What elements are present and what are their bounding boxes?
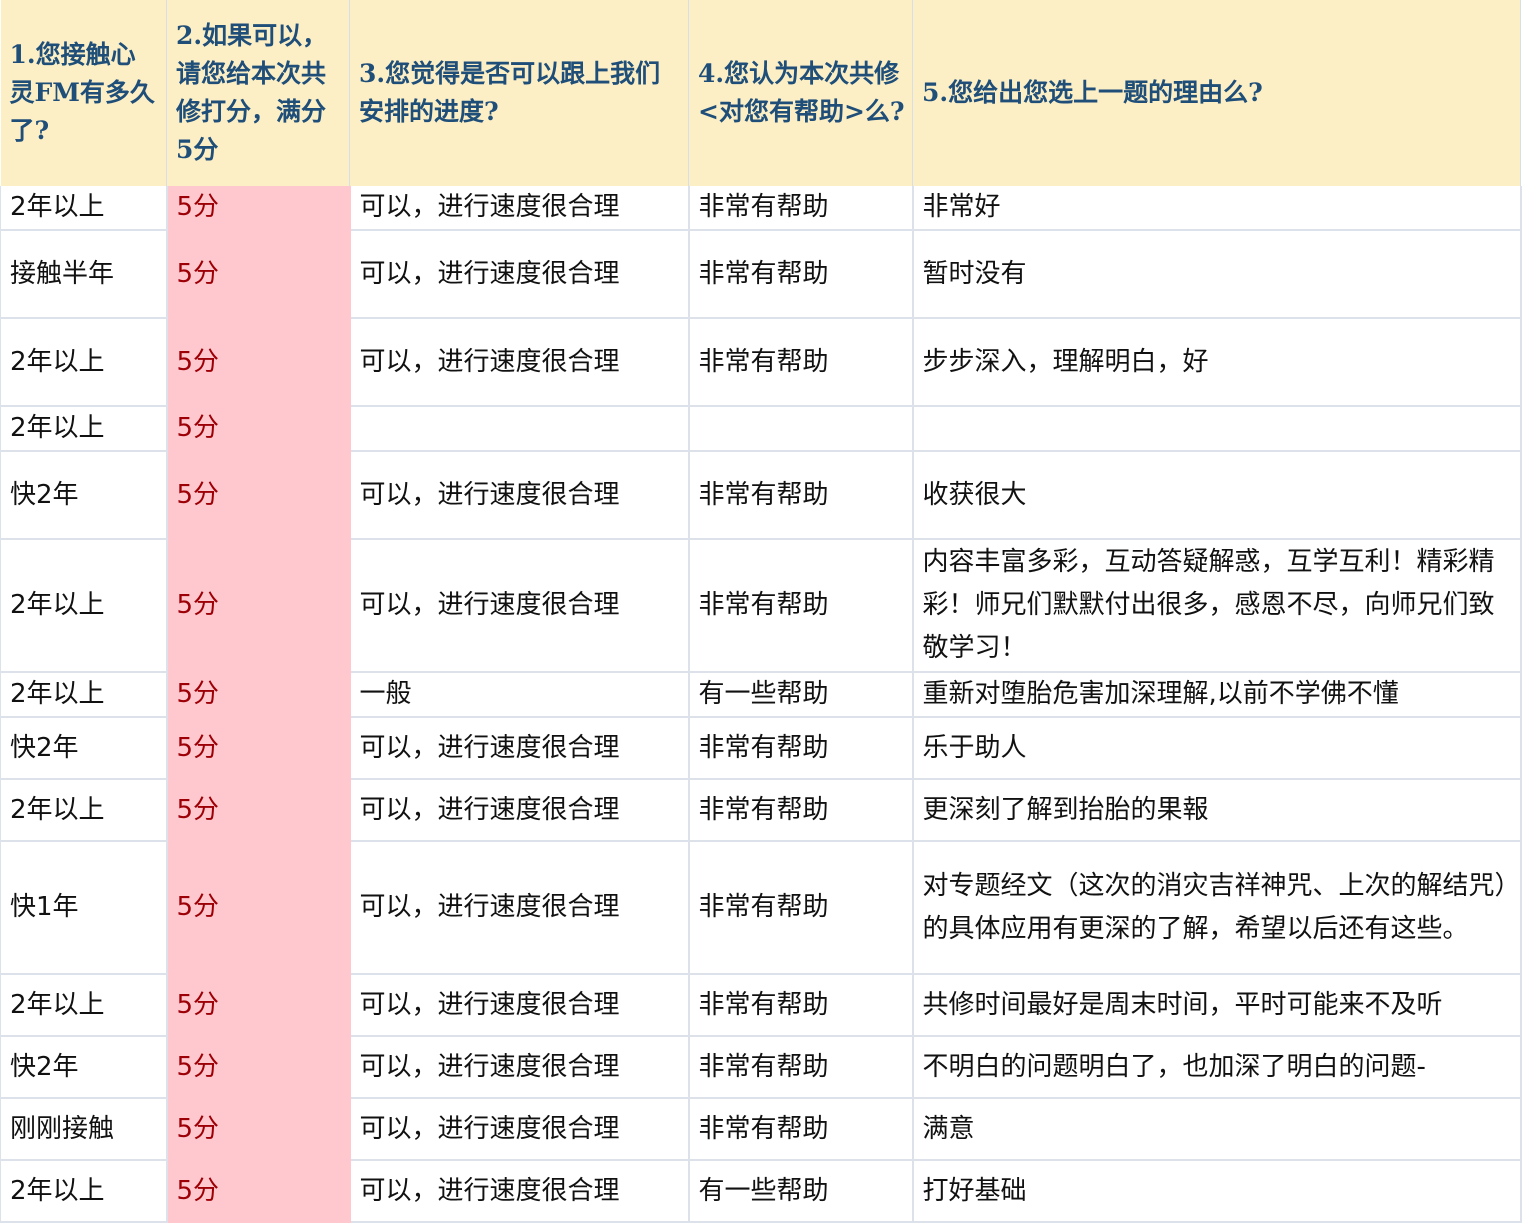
cell-duration[interactable]: 快1年 <box>0 841 168 975</box>
cell-pace[interactable] <box>349 406 690 452</box>
cell-helpful[interactable]: 非常有帮助 <box>688 451 914 540</box>
cell-score[interactable]: 5分 <box>166 230 351 319</box>
cell-helpful[interactable]: 非常有帮助 <box>688 318 914 407</box>
cell-helpful[interactable]: 非常有帮助 <box>688 539 914 673</box>
table-row: 2年以上 5分 可以，进行速度很合理 非常有帮助 步步深入，理解明白，好 <box>0 318 1522 407</box>
header-duration[interactable]: 1.您接触心灵FM有多久了? <box>0 0 167 186</box>
cell-reason[interactable]: 步步深入，理解明白，好 <box>912 318 1522 407</box>
header-helpful[interactable]: 4.您认为本次共修<对您有帮助>么? <box>688 0 913 186</box>
cell-pace[interactable]: 可以，进行速度很合理 <box>349 717 690 780</box>
cell-helpful[interactable]: 有一些帮助 <box>688 672 914 718</box>
cell-score[interactable]: 5分 <box>166 672 351 718</box>
table-row: 2年以上 5分 <box>0 406 1522 452</box>
table-row: 接触半年 5分 可以，进行速度很合理 非常有帮助 暂时没有 <box>0 230 1522 319</box>
cell-duration[interactable]: 快2年 <box>0 717 168 780</box>
cell-pace[interactable]: 可以，进行速度很合理 <box>349 841 690 975</box>
table-row: 快2年 5分 可以，进行速度很合理 非常有帮助 收获很大 <box>0 451 1522 540</box>
cell-reason[interactable]: 共修时间最好是周末时间，平时可能来不及听 <box>912 974 1522 1037</box>
cell-helpful[interactable]: 非常有帮助 <box>688 974 914 1037</box>
cell-reason[interactable]: 更深刻了解到抬胎的果報 <box>912 779 1522 842</box>
cell-reason[interactable] <box>912 406 1522 452</box>
cell-reason[interactable]: 对专题经文（这次的消灾吉祥神咒、上次的解结咒）的具体应用有更深的了解，希望以后还… <box>912 841 1522 975</box>
cell-duration[interactable]: 刚刚接触 <box>0 1098 168 1161</box>
table-row: 2年以上 5分 可以，进行速度很合理 有一些帮助 打好基础 <box>0 1160 1522 1223</box>
survey-table: 1.您接触心灵FM有多久了? 2.如果可以，请您给本次共修打分，满分5分 3.您… <box>0 0 1522 1223</box>
cell-score[interactable]: 5分 <box>166 841 351 975</box>
table-row: 快2年 5分 可以，进行速度很合理 非常有帮助 乐于助人 <box>0 717 1522 780</box>
cell-pace[interactable]: 可以，进行速度很合理 <box>349 779 690 842</box>
cell-reason[interactable]: 收获很大 <box>912 451 1522 540</box>
table-row: 快1年 5分 可以，进行速度很合理 非常有帮助 对专题经文（这次的消灾吉祥神咒、上次的解… <box>0 841 1522 975</box>
cell-pace[interactable]: 可以，进行速度很合理 <box>349 1160 690 1223</box>
cell-pace[interactable]: 可以，进行速度很合理 <box>349 1036 690 1099</box>
table-row: 刚刚接触 5分 可以，进行速度很合理 非常有帮助 满意 <box>0 1098 1522 1161</box>
cell-helpful[interactable]: 非常有帮助 <box>688 717 914 780</box>
cell-duration[interactable]: 快2年 <box>0 1036 168 1099</box>
cell-reason[interactable]: 内容丰富多彩，互动答疑解惑，互学互利！精彩精彩！师兄们默默付出很多，感恩不尽，向… <box>912 539 1522 673</box>
table-row: 2年以上 5分 可以，进行速度很合理 非常有帮助 内容丰富多彩，互动答疑解惑，互学互利！… <box>0 539 1522 673</box>
cell-duration[interactable]: 2年以上 <box>0 672 168 718</box>
cell-duration[interactable]: 2年以上 <box>0 539 168 673</box>
table-header: 1.您接触心灵FM有多久了? 2.如果可以，请您给本次共修打分，满分5分 3.您… <box>0 0 1521 186</box>
table-row: 快2年 5分 可以，进行速度很合理 非常有帮助 不明白的问题明白了，也加深了明白的问题- <box>0 1036 1522 1099</box>
table-body: 2年以上 5分 可以，进行速度很合理 非常有帮助 非常好 接触半年 5分 可以，进行速度很合理… <box>0 186 1522 1223</box>
cell-helpful[interactable]: 非常有帮助 <box>688 186 914 231</box>
cell-helpful[interactable]: 非常有帮助 <box>688 841 914 975</box>
cell-helpful[interactable]: 非常有帮助 <box>688 1098 914 1161</box>
table-row: 2年以上 5分 可以，进行速度很合理 非常有帮助 非常好 <box>0 186 1522 231</box>
cell-helpful[interactable]: 有一些帮助 <box>688 1160 914 1223</box>
header-reason[interactable]: 5.您给出您选上一题的理由么? <box>912 0 1521 186</box>
cell-reason[interactable]: 非常好 <box>912 186 1522 231</box>
cell-pace[interactable]: 一般 <box>349 672 690 718</box>
cell-reason[interactable]: 不明白的问题明白了，也加深了明白的问题- <box>912 1036 1522 1099</box>
table-row: 2年以上 5分 可以，进行速度很合理 非常有帮助 更深刻了解到抬胎的果報 <box>0 779 1522 842</box>
cell-pace[interactable]: 可以，进行速度很合理 <box>349 974 690 1037</box>
cell-helpful[interactable] <box>688 406 914 452</box>
cell-reason[interactable]: 乐于助人 <box>912 717 1522 780</box>
table-row: 2年以上 5分 一般 有一些帮助 重新对堕胎危害加深理解,以前不学佛不懂 <box>0 672 1522 718</box>
cell-duration[interactable]: 2年以上 <box>0 186 168 231</box>
cell-duration[interactable]: 快2年 <box>0 451 168 540</box>
cell-duration[interactable]: 2年以上 <box>0 318 168 407</box>
header-pace[interactable]: 3.您觉得是否可以跟上我们安排的进度? <box>349 0 689 186</box>
header-row: 1.您接触心灵FM有多久了? 2.如果可以，请您给本次共修打分，满分5分 3.您… <box>0 0 1521 186</box>
cell-reason[interactable]: 重新对堕胎危害加深理解,以前不学佛不懂 <box>912 672 1522 718</box>
cell-duration[interactable]: 2年以上 <box>0 779 168 842</box>
cell-score[interactable]: 5分 <box>166 318 351 407</box>
cell-pace[interactable]: 可以，进行速度很合理 <box>349 539 690 673</box>
cell-pace[interactable]: 可以，进行速度很合理 <box>349 1098 690 1161</box>
cell-score[interactable]: 5分 <box>166 1036 351 1099</box>
cell-score[interactable]: 5分 <box>166 1160 351 1223</box>
cell-score[interactable]: 5分 <box>166 539 351 673</box>
cell-duration[interactable]: 2年以上 <box>0 406 168 452</box>
cell-reason[interactable]: 暂时没有 <box>912 230 1522 319</box>
cell-score[interactable]: 5分 <box>166 186 351 231</box>
cell-pace[interactable]: 可以，进行速度很合理 <box>349 451 690 540</box>
cell-pace[interactable]: 可以，进行速度很合理 <box>349 230 690 319</box>
cell-score[interactable]: 5分 <box>166 717 351 780</box>
cell-helpful[interactable]: 非常有帮助 <box>688 230 914 319</box>
cell-duration[interactable]: 接触半年 <box>0 230 168 319</box>
cell-score[interactable]: 5分 <box>166 974 351 1037</box>
cell-helpful[interactable]: 非常有帮助 <box>688 1036 914 1099</box>
header-score[interactable]: 2.如果可以，请您给本次共修打分，满分5分 <box>166 0 350 186</box>
cell-reason[interactable]: 打好基础 <box>912 1160 1522 1223</box>
cell-score[interactable]: 5分 <box>166 779 351 842</box>
cell-helpful[interactable]: 非常有帮助 <box>688 779 914 842</box>
cell-score[interactable]: 5分 <box>166 406 351 452</box>
cell-reason[interactable]: 满意 <box>912 1098 1522 1161</box>
cell-duration[interactable]: 2年以上 <box>0 974 168 1037</box>
cell-pace[interactable]: 可以，进行速度很合理 <box>349 318 690 407</box>
table-row: 2年以上 5分 可以，进行速度很合理 非常有帮助 共修时间最好是周末时间，平时可能来不及… <box>0 974 1522 1037</box>
cell-score[interactable]: 5分 <box>166 451 351 540</box>
cell-score[interactable]: 5分 <box>166 1098 351 1161</box>
cell-duration[interactable]: 2年以上 <box>0 1160 168 1223</box>
cell-pace[interactable]: 可以，进行速度很合理 <box>349 186 690 231</box>
